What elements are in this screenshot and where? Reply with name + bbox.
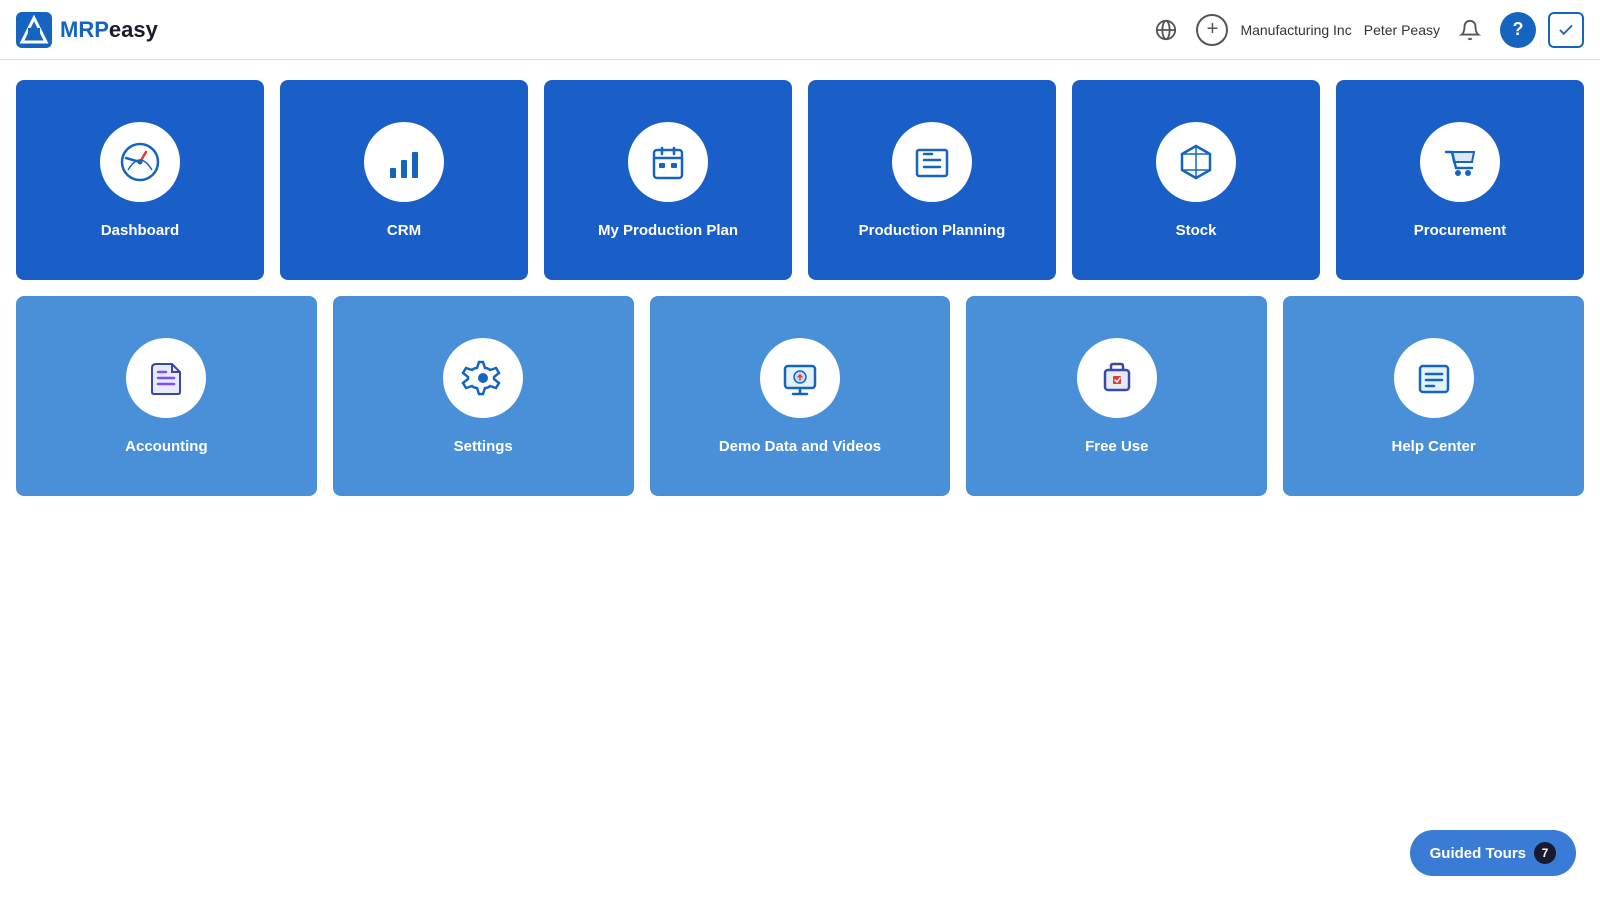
accounting-icon: [144, 356, 188, 400]
settings-label: Settings: [454, 438, 513, 455]
user-name: Peter Peasy: [1364, 22, 1440, 38]
free-use-icon: [1095, 356, 1139, 400]
guided-tours-button[interactable]: Guided Tours 7: [1410, 830, 1576, 876]
globe-button[interactable]: [1148, 12, 1184, 48]
tile-dashboard[interactable]: Dashboard: [16, 80, 264, 280]
tile-crm[interactable]: CRM: [280, 80, 528, 280]
accounting-label: Accounting: [125, 438, 208, 455]
crm-icon-circle: [364, 122, 444, 202]
tile-my-production-plan[interactable]: My Production Plan: [544, 80, 792, 280]
stock-label: Stock: [1176, 222, 1217, 239]
accounting-icon-circle: [126, 338, 206, 418]
bell-icon: [1459, 19, 1481, 41]
production-planning-label: Production Planning: [859, 222, 1006, 239]
tiles-row-1: Dashboard CRM: [16, 80, 1584, 280]
guided-tours-badge: 7: [1534, 842, 1556, 864]
logo-text: MRPeasy: [60, 17, 158, 43]
procurement-label: Procurement: [1414, 222, 1507, 239]
tile-production-planning[interactable]: Production Planning: [808, 80, 1056, 280]
procurement-icon: [1438, 140, 1482, 184]
guided-tours-label: Guided Tours: [1430, 845, 1526, 862]
tile-accounting[interactable]: Accounting: [16, 296, 317, 496]
tile-demo-data[interactable]: Demo Data and Videos: [650, 296, 951, 496]
tiles-row-2: Accounting Settings: [16, 296, 1584, 496]
help-button[interactable]: ?: [1500, 12, 1536, 48]
free-use-label: Free Use: [1085, 438, 1148, 455]
tile-free-use[interactable]: Free Use: [966, 296, 1267, 496]
help-center-icon-circle: [1394, 338, 1474, 418]
stock-icon: [1174, 140, 1218, 184]
dashboard-icon-circle: [100, 122, 180, 202]
tile-procurement[interactable]: Procurement: [1336, 80, 1584, 280]
tile-settings[interactable]: Settings: [333, 296, 634, 496]
free-use-icon-circle: [1077, 338, 1157, 418]
checklist-button[interactable]: [1548, 12, 1584, 48]
logo[interactable]: MRPeasy: [16, 12, 158, 48]
production-planning-icon: [910, 140, 954, 184]
logo-icon: [16, 12, 52, 48]
globe-icon: [1155, 19, 1177, 41]
demo-data-icon: [778, 356, 822, 400]
company-name: Manufacturing Inc: [1240, 22, 1351, 38]
crm-icon: [382, 140, 426, 184]
crm-label: CRM: [387, 222, 421, 239]
add-button[interactable]: +: [1196, 14, 1228, 46]
settings-icon: [461, 356, 505, 400]
stock-icon-circle: [1156, 122, 1236, 202]
header: MRPeasy + Manufacturing Inc Peter Peasy …: [0, 0, 1600, 60]
notifications-button[interactable]: [1452, 12, 1488, 48]
help-center-icon: [1412, 356, 1456, 400]
dashboard-icon: [118, 140, 162, 184]
demo-data-label: Demo Data and Videos: [719, 438, 881, 455]
my-production-plan-icon: [646, 140, 690, 184]
procurement-icon-circle: [1420, 122, 1500, 202]
check-icon: [1557, 21, 1575, 39]
my-production-plan-icon-circle: [628, 122, 708, 202]
tile-help-center[interactable]: Help Center: [1283, 296, 1584, 496]
settings-icon-circle: [443, 338, 523, 418]
help-center-label: Help Center: [1391, 438, 1475, 455]
demo-data-icon-circle: [760, 338, 840, 418]
header-actions: + Manufacturing Inc Peter Peasy ?: [1148, 12, 1584, 48]
my-production-plan-label: My Production Plan: [598, 222, 738, 239]
tile-stock[interactable]: Stock: [1072, 80, 1320, 280]
main-content: Dashboard CRM: [0, 60, 1600, 516]
production-planning-icon-circle: [892, 122, 972, 202]
dashboard-label: Dashboard: [101, 222, 179, 239]
